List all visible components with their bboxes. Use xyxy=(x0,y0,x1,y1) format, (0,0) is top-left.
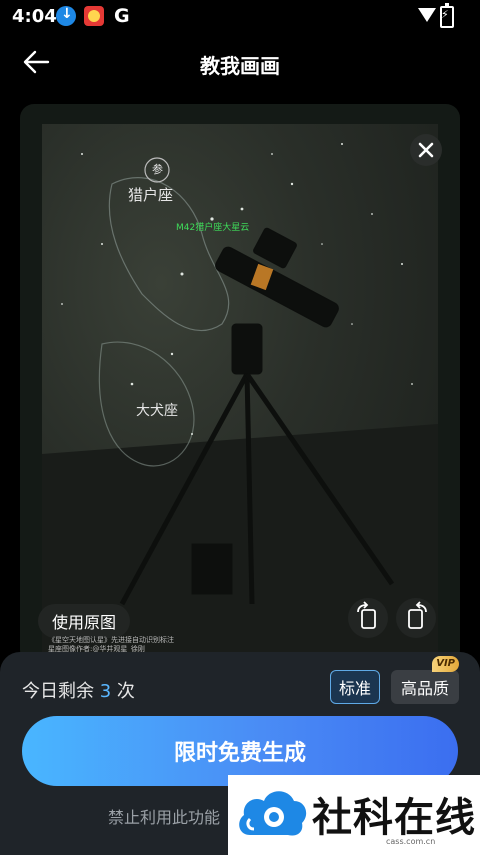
credit-line-1: 《星空天地图认星》先进接自动识别标注 xyxy=(48,636,174,644)
constellation-circle-label: 参 xyxy=(152,163,163,176)
google-icon: G xyxy=(114,5,130,27)
vip-badge: VIP xyxy=(432,656,459,672)
nebula-annotation: M42猎户座大星云 xyxy=(176,223,250,233)
remaining-count-text: 今日剩余 3 次 xyxy=(22,677,135,703)
rotate-left-icon xyxy=(357,601,376,629)
rotate-right-icon xyxy=(408,601,427,629)
remaining-suffix: 次 xyxy=(116,681,135,702)
status-time: 4:04 xyxy=(12,6,57,27)
use-original-image-button[interactable]: 使用原图 xyxy=(38,604,131,638)
rotate-left-button[interactable] xyxy=(348,598,388,638)
app-header: 教我画画 xyxy=(0,36,480,88)
telescope-photo: 猎户座 大犬座 参 M42猎户座大星云 xyxy=(42,124,438,654)
rotate-right-button[interactable] xyxy=(396,598,436,638)
image-preview-card: 猎户座 大犬座 参 M42猎户座大星云 使用原图 《星空天地图认星》先进接自动识… xyxy=(20,104,460,664)
app-notification-icon xyxy=(84,6,104,26)
disclaimer-text: 禁止利用此功能 xyxy=(108,808,221,827)
remaining-prefix: 今日剩余 xyxy=(22,681,94,702)
star-map-overlay xyxy=(42,143,438,654)
page-title: 教我画画 xyxy=(200,54,280,78)
constellation-label-canis-major: 大犬座 xyxy=(136,403,178,419)
close-button[interactable] xyxy=(410,134,442,166)
status-bar: 4:04 G xyxy=(0,0,480,32)
watermark-url: cass.com.cn xyxy=(386,837,436,846)
quality-high-option[interactable]: 高品质 VIP xyxy=(391,656,459,704)
quality-high-label: 高品质 xyxy=(400,679,449,698)
battery-charging-icon xyxy=(440,3,454,28)
constellation-label-orion: 猎户座 xyxy=(128,186,174,204)
quality-standard-option[interactable]: 标准 xyxy=(330,670,380,704)
download-icon xyxy=(56,6,76,26)
site-watermark: 社科在线 cass.com.cn xyxy=(228,775,480,855)
wifi-icon xyxy=(418,8,436,22)
remaining-count: 3 xyxy=(99,681,112,702)
watermark-brand: 社科在线 xyxy=(312,794,476,841)
close-icon xyxy=(418,142,434,158)
brand-logo-icon xyxy=(239,791,307,836)
